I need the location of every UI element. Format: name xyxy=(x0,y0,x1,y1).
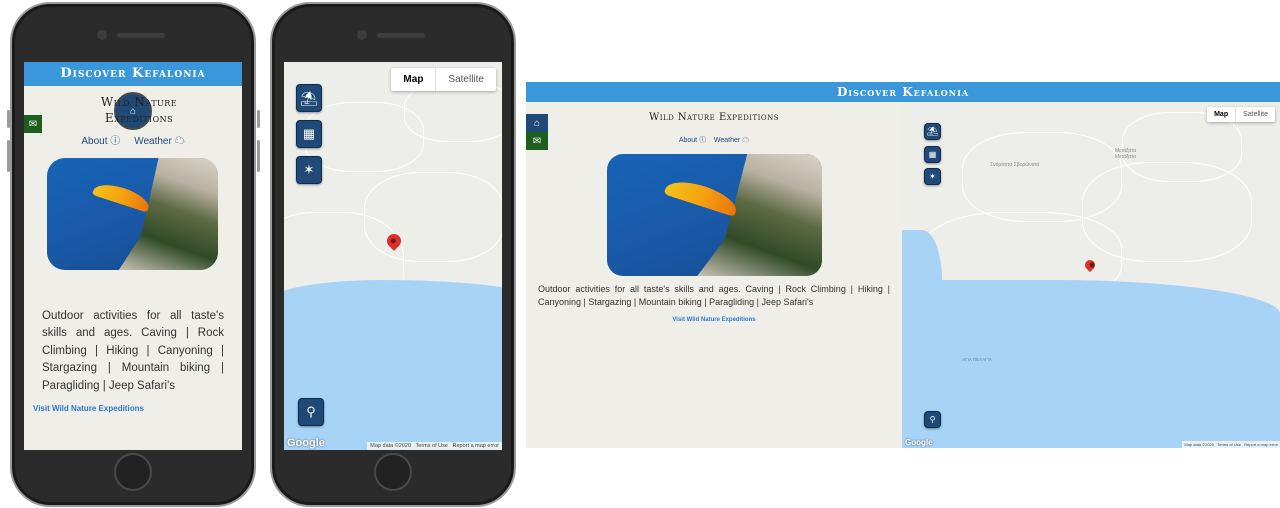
phone-side-button xyxy=(257,110,260,128)
paraglider-wing xyxy=(663,175,741,217)
beach-umbrella-icon[interactable]: ⛱ xyxy=(296,84,322,112)
info-icon: ⓘ xyxy=(699,137,707,144)
visit-link[interactable]: Visit Wild Nature Expeditions xyxy=(526,317,902,323)
magnifier-icon[interactable]: ⚲ xyxy=(298,398,324,426)
desktop-view: Discover Kefalonia ⌂ ✉ Wild Nature Exped… xyxy=(526,82,1280,448)
phone-side-button xyxy=(7,110,10,128)
bay-label: ΑΓΙΑ ΠΕΛΑΓΙΑ xyxy=(962,357,992,362)
phone-home-button xyxy=(114,453,152,491)
cliff-shape xyxy=(118,158,218,270)
about-label: About xyxy=(81,136,108,147)
map-view[interactable]: Σvόρπατα Σβορώνατα Μετάξατα Μετάξατα ΑΓΙ… xyxy=(902,102,1280,448)
visit-link[interactable]: Visit Wild Nature Expeditions xyxy=(33,404,144,413)
weather-link[interactable]: Weather ☁ xyxy=(134,136,184,147)
map-attribution: Map data ©2020 Terms of Use Report a map… xyxy=(1182,441,1280,448)
nav-links: About ⓘ Weather ☁ xyxy=(24,132,242,147)
map-type-control: Map Satellite xyxy=(1207,107,1275,122)
map-type-satellite[interactable]: Satellite xyxy=(1235,107,1275,122)
phone-frame-right: Map Satellite ⛱ ▦ ✶ ⚲ Google Map data ©2… xyxy=(270,2,516,507)
phone-frame-left: Discover Kefalonia ⌂ ✉ Wild Nature Exped… xyxy=(10,2,256,507)
desktop-site: Discover Kefalonia ⌂ ✉ Wild Nature Exped… xyxy=(526,82,1280,448)
village-label: Σvόρπατα Σβορώνατα xyxy=(990,162,1040,168)
brand-title[interactable]: Discover Kefalonia xyxy=(837,85,969,99)
info-icon: ⓘ xyxy=(110,136,121,147)
building-icon[interactable]: ▦ xyxy=(924,146,941,163)
phone-side-button xyxy=(257,140,260,172)
map-attribution: Map data ©2020 Terms of Use Report a map… xyxy=(367,442,502,450)
brand-title[interactable]: Discover Kefalonia xyxy=(60,66,205,81)
speaker xyxy=(377,33,425,38)
camera xyxy=(357,30,367,40)
terms-link[interactable]: Terms of Use xyxy=(1217,442,1241,447)
building-icon[interactable]: ▦ xyxy=(296,120,322,148)
terms-link[interactable]: Terms of Use xyxy=(416,443,448,449)
map-data-text: Map data ©2020 xyxy=(1184,442,1215,447)
map-type-satellite[interactable]: Satellite xyxy=(435,68,496,91)
about-link[interactable]: About ⓘ xyxy=(81,136,120,147)
speaker xyxy=(117,33,165,38)
sea-area xyxy=(902,280,1280,448)
weather-label: Weather xyxy=(134,136,172,147)
site-page: Discover Kefalonia ⌂ ✉ Wild Nature Exped… xyxy=(24,62,242,450)
map-view[interactable]: Map Satellite ⛱ ▦ ✶ ⚲ Google Map data ©2… xyxy=(284,62,502,450)
hero-image xyxy=(607,154,822,276)
about-link[interactable]: About ⓘ xyxy=(679,137,706,144)
envelope-icon[interactable]: ✉ xyxy=(24,115,42,133)
road xyxy=(404,82,502,142)
road xyxy=(1122,112,1242,182)
nav-links: About ⓘ Weather ☁ xyxy=(526,135,902,145)
page-title: Wild Nature Expeditions xyxy=(648,112,780,123)
magnifier-icon[interactable]: ⚲ xyxy=(924,411,941,428)
about-label: About xyxy=(678,137,698,144)
sea-area xyxy=(902,230,942,330)
weather-link[interactable]: Weather ☁ xyxy=(714,137,749,144)
village-label-2: Μετάξατα Μετάξατα xyxy=(1115,148,1136,160)
google-logo: Google xyxy=(287,437,325,449)
hiker-icon[interactable]: ✶ xyxy=(924,168,941,185)
cloud-sun-icon: ☁ xyxy=(742,137,750,144)
paraglider-wing xyxy=(91,179,153,213)
report-link[interactable]: Report a map error xyxy=(453,443,499,449)
map-type-control: Map Satellite xyxy=(391,68,496,91)
google-logo: Google xyxy=(905,438,933,447)
report-link[interactable]: Report a map error xyxy=(1244,442,1278,447)
weather-label: Weather xyxy=(713,137,741,144)
page-title: Wild Nature Expeditions xyxy=(100,95,178,125)
hero-image xyxy=(47,158,218,270)
activity-description: Outdoor activities for all taste's skill… xyxy=(42,310,224,392)
map-type-map[interactable]: Map xyxy=(391,68,435,91)
phone-screen-left: Discover Kefalonia ⌂ ✉ Wild Nature Exped… xyxy=(24,62,242,450)
phone-screen-right: Map Satellite ⛱ ▦ ✶ ⚲ Google Map data ©2… xyxy=(284,62,502,450)
site-header: Discover Kefalonia xyxy=(526,82,1280,102)
hiker-icon[interactable]: ✶ xyxy=(296,156,322,184)
cloud-sun-icon: ☁ xyxy=(174,136,185,147)
activity-description: Outdoor activities for all taste's skill… xyxy=(538,284,890,307)
map-data-text: Map data ©2020 xyxy=(370,443,412,449)
site-header: Discover Kefalonia xyxy=(24,62,242,86)
beach-umbrella-icon[interactable]: ⛱ xyxy=(924,123,941,140)
phone-side-button xyxy=(7,140,10,172)
camera xyxy=(97,30,107,40)
map-type-map[interactable]: Map xyxy=(1207,107,1235,122)
cliff-shape xyxy=(697,154,822,276)
phone-home-button xyxy=(374,453,412,491)
